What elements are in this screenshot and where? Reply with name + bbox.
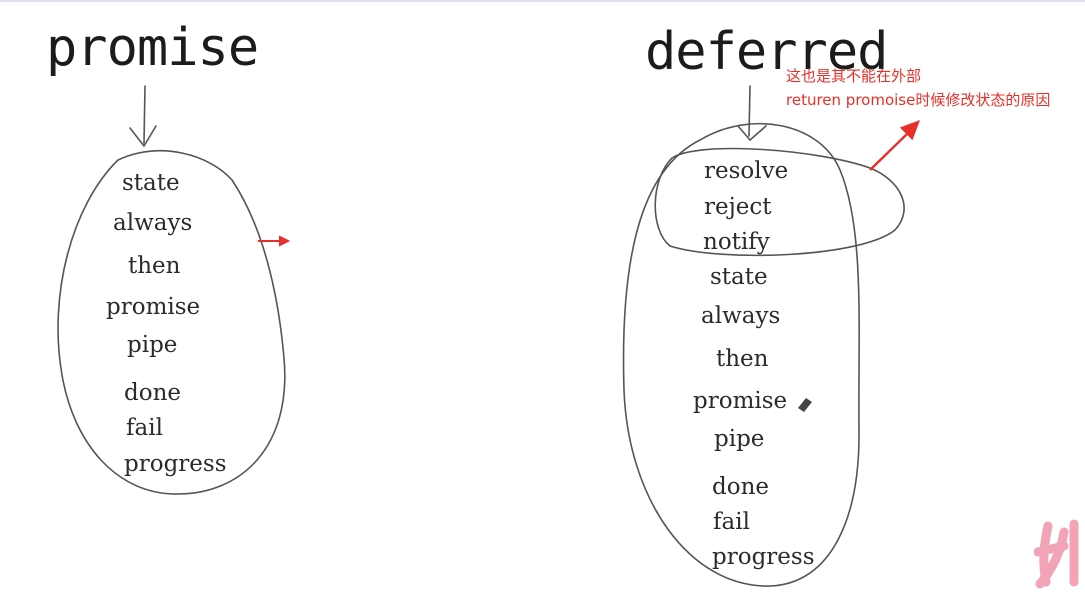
- promise-method-state: state: [122, 170, 180, 196]
- deferred-method-then: then: [716, 346, 769, 372]
- deferred-method-promise: promise: [693, 388, 788, 414]
- pencil-cursor-icon: [798, 398, 812, 412]
- promise-method-always: always: [113, 210, 193, 236]
- deferred-down-arrow: [737, 85, 767, 142]
- diagram-canvas: promise deferred state always then promi…: [0, 0, 1085, 611]
- deferred-method-pipe: pipe: [714, 426, 765, 452]
- annotation-line-1: 这也是其不能在外部: [786, 67, 922, 85]
- deferred-method-notify: notify: [703, 229, 770, 255]
- promise-method-then: then: [128, 253, 181, 279]
- promise-method-fail: fail: [126, 415, 163, 441]
- deferred-method-state: state: [710, 264, 768, 290]
- deferred-method-always: always: [701, 303, 781, 329]
- promise-method-done: done: [124, 380, 181, 406]
- watermark-logo: [1034, 512, 1085, 592]
- promise-method-pipe: pipe: [127, 332, 178, 358]
- deferred-method-done: done: [712, 474, 769, 500]
- deferred-method-resolve: resolve: [704, 158, 789, 184]
- deferred-method-progress: progress: [712, 544, 815, 570]
- deferred-method-fail: fail: [713, 509, 750, 535]
- top-border-line: [0, 0, 1085, 2]
- small-red-arrow: [258, 235, 291, 247]
- promise-method-promise: promise: [106, 294, 201, 320]
- promise-down-arrow: [129, 85, 157, 148]
- annotation-arrow: [869, 119, 921, 171]
- annotation-line-2: returen promoise时候修改状态的原因: [786, 91, 1051, 109]
- deferred-method-reject: reject: [704, 194, 772, 220]
- promise-method-progress: progress: [124, 451, 227, 477]
- promise-heading: promise: [46, 18, 259, 78]
- promise-oval: [57, 149, 286, 495]
